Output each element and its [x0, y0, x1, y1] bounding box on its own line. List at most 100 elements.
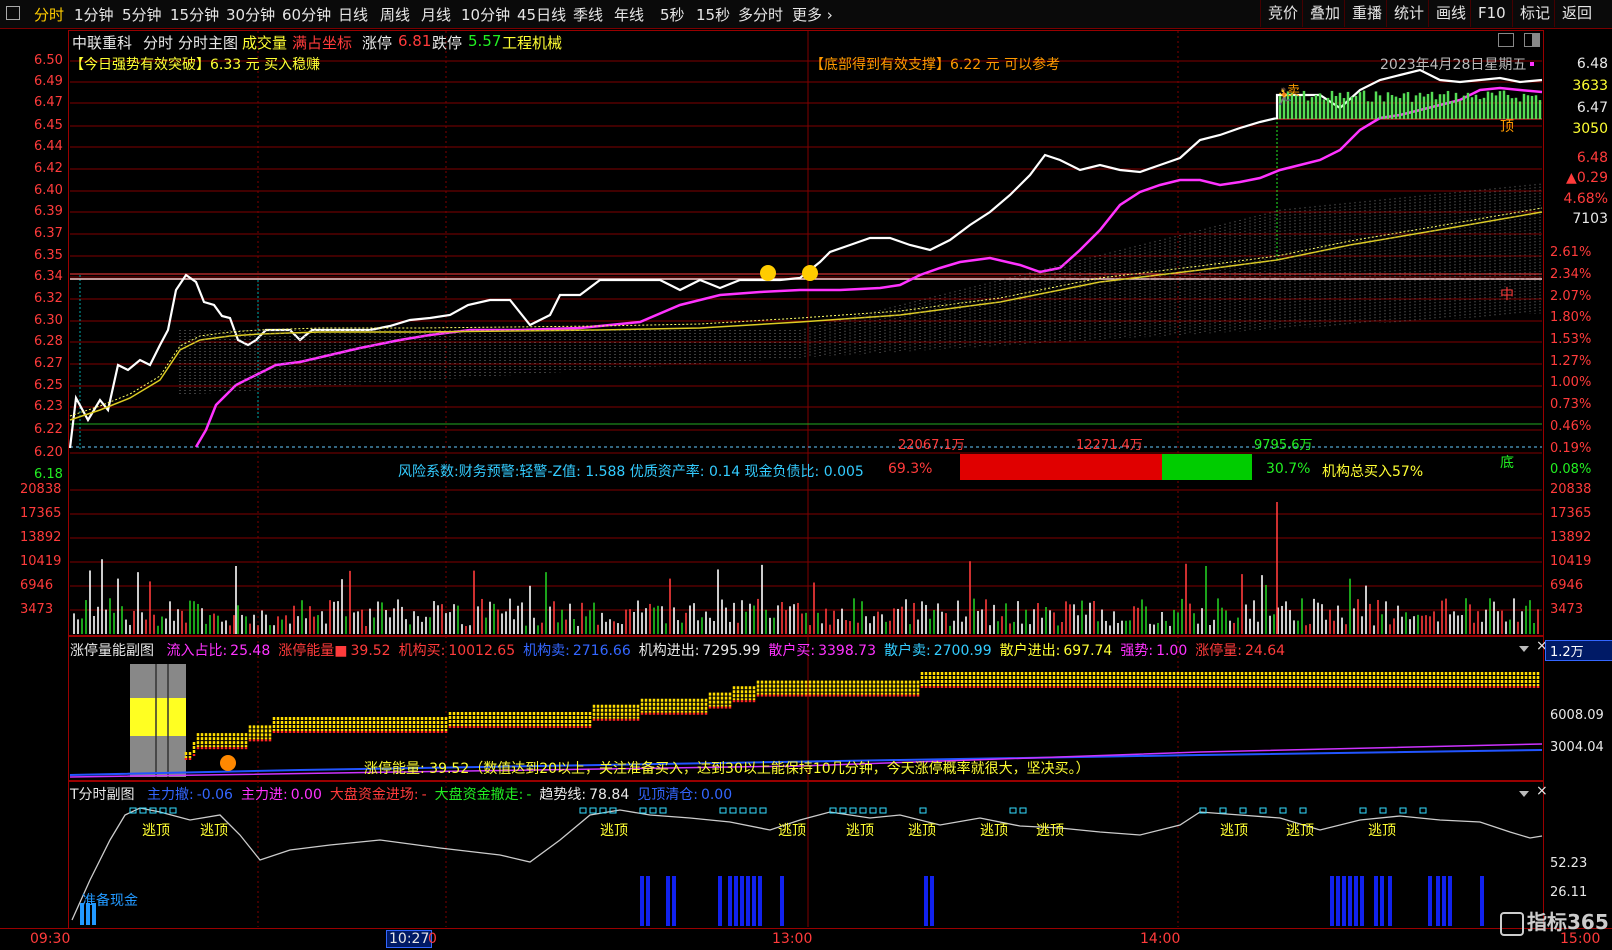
capital-bar	[646, 876, 650, 926]
cyan-mark	[649, 807, 657, 814]
escape-top-label: 逃顶	[846, 823, 874, 839]
capital-bar	[728, 876, 732, 926]
sub1-item-label: 机构卖:	[523, 643, 570, 659]
view-fenshi[interactable]: 分时	[143, 32, 173, 53]
volume-tick-right: 20838	[1550, 482, 1592, 497]
cyan-mark	[1379, 807, 1387, 814]
price-tick: 6.42	[34, 161, 63, 176]
sub2-item-label: 见顶清仓:	[637, 787, 698, 803]
price-tick: 6.45	[34, 118, 63, 133]
sub1-item-value: 25.48	[230, 643, 271, 659]
inst-buy-text: 机构总买入57%	[1322, 464, 1424, 480]
sub1-item-label: 机构买:	[398, 643, 446, 659]
flow-green-segment	[1162, 454, 1252, 480]
sub1-item-value: 2716.66	[572, 643, 631, 659]
date-label: 2023年4月28日星期五	[1380, 57, 1527, 73]
stock-name: 中联重科	[72, 34, 133, 52]
sub1-item-label: 流入占比:	[166, 643, 228, 659]
sub1-scale-box[interactable]: 1.2万	[1545, 640, 1612, 661]
sub1-item: 强势: 1.00	[1120, 643, 1187, 659]
view-main-chart[interactable]: 分时主图	[178, 32, 238, 53]
price-tick: 6.22	[34, 422, 63, 437]
sub2-menu-icon[interactable]	[1519, 791, 1529, 797]
sub1-item-value: 7295.99	[702, 643, 761, 659]
cyan-mark	[859, 807, 867, 814]
sub2-item: 见顶清仓: 0.00	[637, 787, 732, 803]
flow-green: 9795.6万	[1254, 438, 1313, 453]
panel-settings-icon[interactable]	[1498, 33, 1514, 47]
sub2-item-label: 主力撤:	[147, 787, 194, 803]
time-cursor-tail: 0	[428, 931, 437, 947]
sub1-item-label: 散户买:	[768, 643, 816, 659]
cyan-mark	[879, 807, 887, 814]
percent-tick: 1.27%	[1550, 354, 1592, 369]
escape-top-label: 逃顶	[1368, 823, 1396, 839]
escape-top-label: 逃顶	[600, 823, 628, 839]
left-signal-box: 【今日强势有效突破】	[70, 57, 210, 73]
cyan-mark	[1019, 807, 1027, 814]
sub1-item-value: 10012.65	[448, 643, 516, 659]
sub1-title[interactable]: 涨停量能副图	[70, 643, 154, 659]
price-tick: 6.50	[34, 53, 63, 68]
percent-tick: 0.08%	[1550, 462, 1592, 477]
logo-icon	[1500, 911, 1524, 936]
industry-label[interactable]: 工程机械	[502, 32, 562, 53]
flow-share-bar	[960, 454, 1252, 480]
sub1-item-value: 2700.99	[933, 643, 992, 659]
sell-mark: 卖	[1287, 84, 1301, 99]
left-signal-action: 买入稳赚	[264, 57, 321, 73]
sub1-item: 涨停量: 24.64	[1195, 643, 1285, 659]
cyan-mark	[1399, 807, 1407, 814]
sub2-title[interactable]: T分时副图	[70, 787, 135, 803]
left-signal-price: 6.33	[210, 57, 242, 73]
dot-icon	[1530, 62, 1534, 66]
volume-tick-right: 17365	[1550, 506, 1592, 521]
left-signal: 【今日强势有效突破】6.33 元 买入稳赚	[70, 54, 320, 74]
sub1-item-value: 24.64	[1244, 643, 1286, 659]
cyan-mark	[739, 807, 747, 814]
sub2-axis-hi: 52.23	[1550, 856, 1588, 871]
cyan-mark	[579, 807, 587, 814]
right-signal-unit: 元	[985, 57, 1000, 73]
full-coord-toggle[interactable]: 满占坐标	[292, 32, 352, 53]
capital-bar	[1374, 876, 1378, 926]
price-tick: 6.28	[34, 334, 63, 349]
capital-bar	[1380, 876, 1384, 926]
escape-top-label: 逃顶	[200, 823, 228, 839]
percent-tick: 2.07%	[1550, 289, 1592, 304]
ma-line-1	[69, 211, 1543, 421]
capital-bar	[1480, 876, 1484, 926]
capital-bar	[1360, 876, 1364, 926]
overlay-volume-toggle[interactable]: 成交量	[242, 32, 287, 53]
percent-tick: 1.80%	[1550, 310, 1592, 325]
sub2-item-label: 大盘资金撤走:	[434, 787, 524, 803]
sub1-up-icon	[220, 755, 236, 771]
escape-top-label: 逃顶	[908, 823, 936, 839]
escape-top-label: 逃顶	[1220, 823, 1248, 839]
panel-layout-icon[interactable]	[1524, 33, 1540, 47]
cyan-mark	[1299, 807, 1307, 814]
trend-line	[71, 807, 1543, 921]
sub2-item: 大盘资金撤走: -	[435, 787, 532, 803]
limit-up-label: 涨停	[362, 34, 393, 52]
cyan-mark	[759, 807, 767, 814]
price-tick: 6.30	[34, 313, 63, 328]
flow-big-red: 22067.1万	[898, 438, 965, 453]
price-tick: 6.49	[34, 74, 63, 89]
volume-tick-left: 13892	[20, 530, 62, 545]
limit-down-value: 5.57	[468, 32, 502, 50]
sub2-close-icon[interactable]: ×	[1536, 783, 1548, 799]
capital-bar	[672, 876, 676, 926]
percent-tick: 1.53%	[1550, 332, 1592, 347]
sub2-item: 趋势线: 78.84	[539, 787, 629, 803]
sub1-item-value: 39.52	[350, 643, 391, 659]
ma-line-2	[69, 207, 1543, 417]
time-cursor[interactable]: 10:27	[386, 930, 433, 948]
sub2-item-label: 大盘资金进场:	[329, 787, 419, 803]
quote-change: ▲0.29	[1566, 170, 1608, 186]
volume-tick-left: 6946	[20, 578, 54, 593]
capital-bar	[1342, 876, 1346, 926]
price-tick: 6.40	[34, 183, 63, 198]
cyan-mark	[589, 807, 597, 814]
sub1-menu-icon[interactable]	[1519, 646, 1529, 652]
